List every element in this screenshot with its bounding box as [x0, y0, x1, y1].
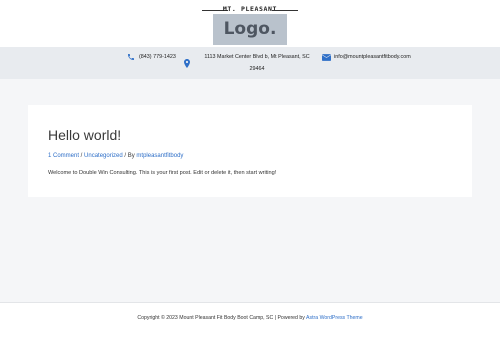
post-title[interactable]: Hello world! [48, 127, 121, 143]
theme-link[interactable]: Astra WordPress Theme [306, 315, 363, 321]
phone-number: (843) 779-1423 [139, 54, 176, 60]
post-meta: 1 Comment / Uncategorized / By mtpleasan… [48, 152, 183, 160]
post-excerpt: Welcome to Double Win Consulting. This i… [48, 170, 277, 176]
meta-by: / By [122, 153, 137, 159]
copyright-text: Copyright © 2023 Mount Pleasant Fit Body… [137, 315, 307, 321]
email-address: info@mountpleasantfitbody.com [334, 54, 411, 60]
address-line-1: 1113 Market Center Blvd b, Mt Pleasant, … [204, 54, 310, 60]
contact-bar: (843) 779-1423 1113 Market Center Blvd b… [0, 47, 500, 79]
address-line-2: 29464 [249, 66, 265, 72]
logo-text: Logo. [223, 19, 277, 39]
site-header: MT. PLEASANT Logo. [0, 0, 500, 47]
site-logo[interactable]: MT. PLEASANT Logo. [202, 6, 298, 46]
map-pin-icon [184, 59, 190, 68]
site-footer: Copyright © 2023 Mount Pleasant Fit Body… [0, 302, 500, 348]
author-link[interactable]: mtpleasantfitbody [136, 153, 183, 159]
post-card: Hello world! 1 Comment / Uncategorized /… [28, 105, 472, 197]
comments-link[interactable]: 1 Comment [48, 153, 79, 159]
phone-icon [128, 54, 134, 60]
footer-copyright: Copyright © 2023 Mount Pleasant Fit Body… [0, 314, 500, 322]
envelope-icon [322, 54, 331, 61]
category-link[interactable]: Uncategorized [84, 153, 123, 159]
address-text: 1113 Market Center Blvd b, Mt Pleasant, … [201, 53, 313, 73]
logo-rule-right [272, 10, 298, 11]
logo-box: Logo. [213, 14, 287, 45]
